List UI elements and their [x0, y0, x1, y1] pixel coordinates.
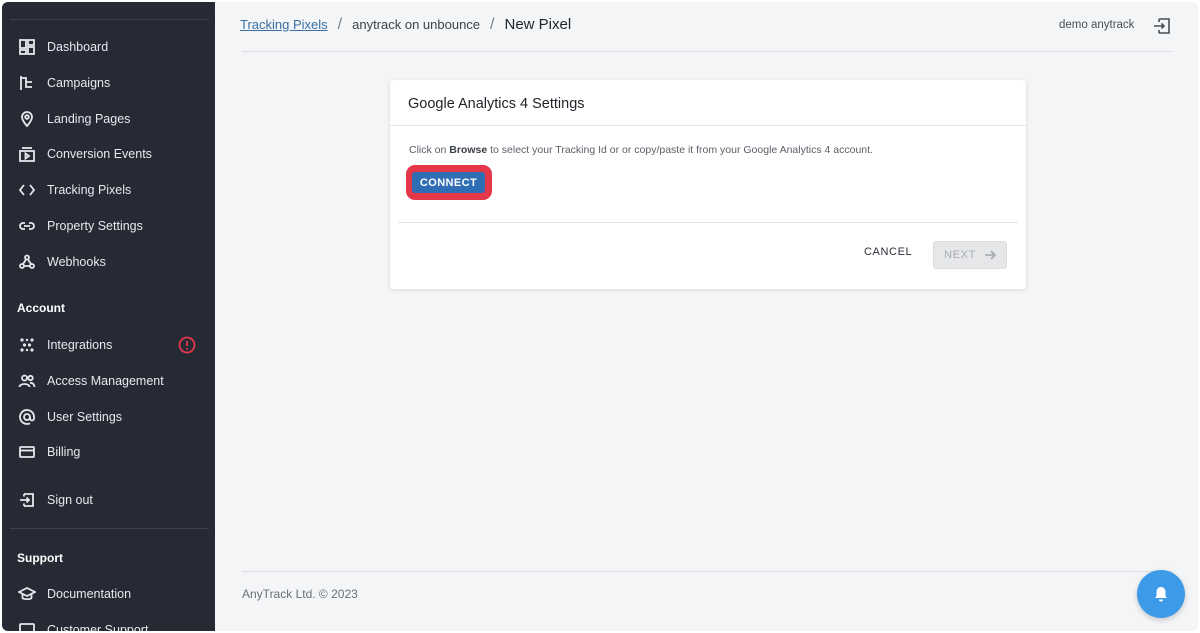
- credit-card-icon: [18, 443, 36, 461]
- sidebar-item-documentation[interactable]: Documentation: [2, 577, 215, 611]
- sidebar-item-label: Billing: [47, 445, 81, 459]
- description-suffix: to select your Tracking Id or or copy/pa…: [487, 144, 873, 156]
- sidebar-item-dashboard[interactable]: Dashboard: [2, 30, 215, 64]
- sidebar-item-landing-pages[interactable]: Landing Pages: [2, 102, 215, 136]
- conversion-icon: [18, 145, 36, 163]
- sidebar-item-label: Access Management: [47, 374, 164, 388]
- breadcrumb-separator: /: [490, 16, 495, 33]
- support-icon: [18, 621, 36, 631]
- sidebar-item-label: Webhooks: [47, 255, 106, 269]
- sidebar-divider: [10, 19, 209, 20]
- logout-icon[interactable]: [1152, 16, 1172, 36]
- sidebar-heading-support: Support: [17, 551, 63, 565]
- arrow-right-icon: [984, 250, 996, 260]
- breadcrumb-separator: /: [337, 16, 343, 33]
- sidebar-heading-account: Account: [17, 301, 65, 315]
- sidebar-item-label: Sign out: [47, 493, 93, 507]
- sidebar-item-access-management[interactable]: Access Management: [2, 364, 215, 398]
- campaigns-icon: [18, 74, 36, 92]
- sidebar-item-user-settings[interactable]: User Settings: [2, 400, 215, 434]
- sidebar-item-label: Integrations: [47, 338, 113, 352]
- sidebar-item-tracking-pixels[interactable]: Tracking Pixels: [2, 173, 215, 207]
- sidebar-item-sign-out[interactable]: Sign out: [2, 483, 215, 517]
- card-divider: [390, 125, 1026, 126]
- webhook-icon: [18, 253, 36, 271]
- sidebar-item-label: Tracking Pixels: [47, 183, 132, 197]
- sidebar-item-label: Property Settings: [47, 219, 143, 233]
- sidebar-item-label: Landing Pages: [47, 112, 131, 126]
- alert-icon: [178, 336, 196, 354]
- next-button[interactable]: NEXT: [933, 241, 1007, 269]
- sidebar-item-label: User Settings: [47, 410, 123, 424]
- notifications-button[interactable]: [1137, 570, 1185, 618]
- page-title: New Pixel: [504, 16, 572, 33]
- sign-out-icon: [18, 491, 36, 509]
- ga4-settings-card: Google Analytics 4 Settings Click on Bro…: [390, 80, 1026, 289]
- sidebar-item-label: Documentation: [47, 587, 132, 601]
- sidebar-divider: [10, 528, 209, 529]
- connect-button[interactable]: CONNECT: [412, 172, 485, 193]
- app-window: Dashboard Campaigns Landing Pages Conver…: [2, 2, 1198, 631]
- sidebar-item-webhooks[interactable]: Webhooks: [2, 245, 215, 279]
- cancel-button[interactable]: CANCEL: [864, 246, 912, 258]
- copyright: AnyTrack Ltd. © 2023: [242, 587, 358, 601]
- description-browse: Browse: [449, 144, 488, 156]
- sidebar-item-integrations[interactable]: Integrations: [2, 328, 215, 362]
- dashboard-icon: [18, 38, 36, 56]
- card-divider: [398, 222, 1018, 223]
- user-name[interactable]: demo anytrack: [1059, 19, 1134, 31]
- users-icon: [18, 372, 36, 390]
- header-divider: [242, 51, 1172, 52]
- sidebar-item-customer-support[interactable]: Customer Support: [2, 613, 215, 631]
- code-icon: [18, 181, 36, 199]
- breadcrumb-property: anytrack on unbounce: [352, 17, 481, 32]
- card-description: Click on Browse to select your Tracking …: [409, 144, 873, 156]
- location-pin-icon: [18, 110, 36, 128]
- sidebar-item-label: Campaigns: [47, 76, 111, 90]
- sidebar-item-label: Customer Support: [47, 623, 149, 631]
- breadcrumb: Tracking Pixels / anytrack on unbounce /…: [240, 16, 571, 34]
- sidebar-item-property-settings[interactable]: Property Settings: [2, 209, 215, 243]
- at-sign-icon: [18, 408, 36, 426]
- footer-divider: [242, 571, 1172, 572]
- sidebar-item-label: Conversion Events: [47, 147, 152, 161]
- sidebar-item-campaigns[interactable]: Campaigns: [2, 66, 215, 100]
- card-title: Google Analytics 4 Settings: [408, 96, 585, 112]
- integrations-icon: [18, 336, 36, 354]
- sidebar-item-billing[interactable]: Billing: [2, 435, 215, 469]
- graduation-cap-icon: [18, 585, 36, 603]
- bell-icon: [1155, 587, 1167, 602]
- sidebar-item-conversion-events[interactable]: Conversion Events: [2, 137, 215, 171]
- next-label: NEXT: [944, 249, 976, 261]
- breadcrumb-link-tracking-pixels[interactable]: Tracking Pixels: [240, 17, 328, 32]
- sidebar-item-label: Dashboard: [47, 40, 109, 54]
- sidebar: Dashboard Campaigns Landing Pages Conver…: [2, 2, 215, 631]
- link-icon: [18, 217, 36, 235]
- description-prefix: Click on: [409, 144, 450, 156]
